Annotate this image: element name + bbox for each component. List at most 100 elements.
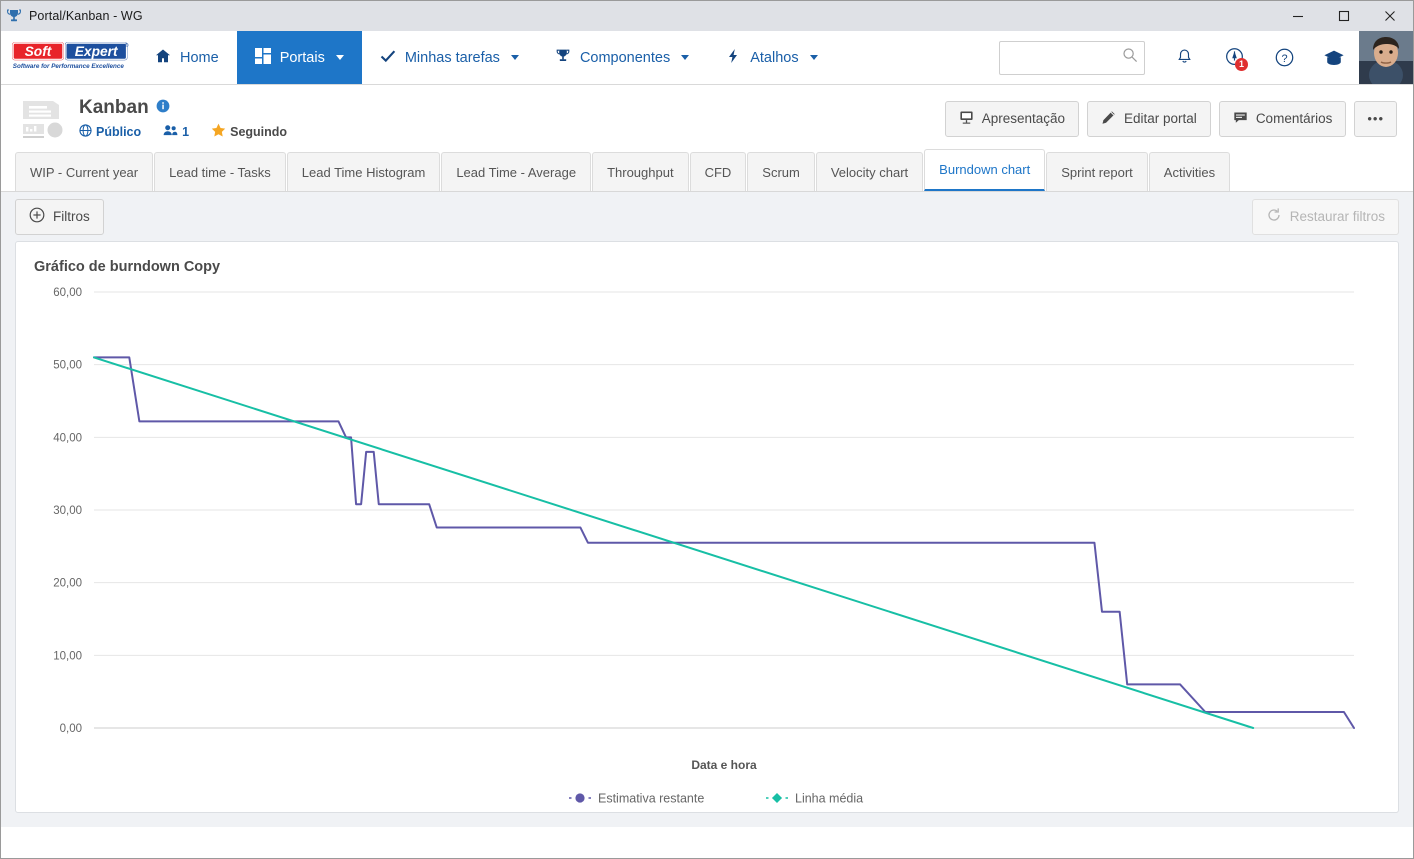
tab-label: Scrum (762, 164, 800, 180)
tab-velocity-chart[interactable]: Velocity chart (815, 152, 924, 191)
tab-label: Sprint report (1061, 164, 1133, 180)
legend-circle-marker (575, 793, 585, 803)
tab-wip-current-year[interactable]: WIP - Current year (15, 152, 154, 191)
portal-visibility[interactable]: Público (79, 123, 142, 140)
apresentacao-button[interactable]: Apresentação (944, 100, 1080, 137)
academy-button[interactable] (1309, 31, 1359, 84)
tab-label: Lead Time Histogram (301, 164, 426, 180)
svg-text:Soft: Soft (25, 44, 53, 59)
softexpert-logo[interactable]: Soft Expert ® Software for Performance E… (1, 31, 137, 84)
refresh-icon (1266, 207, 1282, 226)
nav-item-label: Home (180, 49, 219, 66)
portal-meta: Público 1 Seguindo (79, 123, 287, 140)
chart-legend: Estimativa restante Linha média (569, 792, 863, 806)
alerts-button[interactable]: 1 (1209, 31, 1259, 84)
y-axis-tick-label: 30,00 (53, 505, 82, 517)
tab-scrum[interactable]: Scrum (747, 152, 815, 191)
filtros-button[interactable]: Filtros (15, 198, 104, 235)
filter-bar: Filtros Restaurar filtros (1, 192, 1413, 241)
editar-portal-button[interactable]: Editar portal (1087, 100, 1211, 137)
filtros-label: Filtros (53, 209, 90, 224)
content-area: Gráfico de burndown Copy 0,00 10,00 20,00 3… (1, 241, 1413, 827)
application-window: Portal/Kanban - WG Soft Expert ® Softwar… (0, 0, 1414, 859)
tab-label: CFD (704, 164, 732, 180)
portal-following[interactable]: Seguindo (211, 123, 287, 140)
tab-activities[interactable]: Activities (1148, 152, 1231, 191)
nav-item-label: Minhas tarefas (404, 49, 500, 66)
info-icon[interactable] (156, 99, 170, 118)
notifications-bell-button[interactable] (1159, 31, 1209, 84)
search-input[interactable] (1008, 49, 1122, 66)
nav-item-componentes[interactable]: Componentes (537, 31, 707, 84)
portal-following-label: Seguindo (230, 124, 288, 139)
tab-bar: WIP - Current year Lead time - Tasks Lead … (1, 149, 1413, 192)
restaurar-filtros-button[interactable]: Restaurar filtros (1251, 198, 1399, 235)
search-box[interactable] (999, 40, 1145, 75)
portal-members-count: 1 (182, 124, 190, 139)
more-options-button[interactable]: ••• (1354, 100, 1397, 137)
tab-sprint-report[interactable]: Sprint report (1046, 152, 1148, 191)
minimize-button[interactable] (1275, 1, 1321, 31)
tab-cfd[interactable]: CFD (689, 152, 747, 191)
tab-label: Velocity chart (830, 164, 909, 180)
window-controls (1275, 1, 1413, 31)
chart-panel: Gráfico de burndown Copy 0,00 10,00 20,00 3… (15, 241, 1399, 813)
top-navigation-bar: Soft Expert ® Software for Performance E… (1, 31, 1413, 85)
tab-lead-time-histogram[interactable]: Lead Time Histogram (286, 152, 441, 191)
nav-item-home[interactable]: Home (137, 31, 237, 84)
svg-text:®: ® (125, 42, 129, 49)
svg-text:Expert: Expert (75, 44, 119, 59)
nav-item-minhas-tarefas[interactable]: Minhas tarefas (362, 31, 537, 84)
legend-diamond-marker (772, 793, 782, 803)
check-icon (380, 48, 396, 68)
globe-icon (79, 123, 92, 140)
tab-lead-time-average[interactable]: Lead Time - Average (441, 152, 592, 191)
nav-item-label: Componentes (579, 49, 671, 66)
svg-text:Software for Performance Excel: Software for Performance Excellence (13, 63, 125, 70)
legend-item[interactable]: Estimativa restante (569, 792, 704, 806)
portal-visibility-label: Público (96, 124, 142, 139)
search-icon[interactable] (1122, 47, 1138, 68)
chevron-down-icon (681, 55, 690, 60)
burndown-chart[interactable]: 0,00 10,00 20,00 30,00 40,00 50,00 60,00 Data e… (16, 280, 1398, 812)
comment-icon (1233, 110, 1248, 128)
nav-item-atalhos[interactable]: Atalhos (707, 31, 835, 84)
users-icon (163, 124, 178, 140)
x-axis-title: Data e hora (691, 758, 757, 772)
tab-label: Lead Time - Average (456, 164, 577, 180)
portal-members[interactable]: 1 (163, 124, 189, 140)
tab-label: Lead time - Tasks (169, 164, 271, 180)
legend-item[interactable]: Linha média (766, 792, 863, 806)
close-button[interactable] (1367, 1, 1413, 31)
svg-text:?: ? (1281, 53, 1287, 65)
series-line-estimativa-restante (93, 356, 1355, 729)
maximize-button[interactable] (1321, 1, 1367, 31)
tab-throughput[interactable]: Throughput (592, 152, 689, 191)
page-title: Kanban (79, 97, 149, 118)
star-icon (211, 123, 226, 140)
help-button[interactable]: ? (1259, 31, 1309, 84)
tab-label: Throughput (607, 164, 674, 180)
chevron-down-icon (510, 55, 519, 60)
comentarios-button[interactable]: Comentários (1218, 100, 1347, 137)
apresentacao-label: Apresentação (981, 111, 1066, 126)
nav-items: Home Portais Minhas tarefas Componentes … (137, 31, 836, 84)
editar-portal-label: Editar portal (1124, 111, 1197, 126)
grid-icon (254, 47, 271, 68)
plus-circle-icon (29, 207, 45, 226)
nav-item-portais[interactable]: Portais (236, 31, 362, 84)
chevron-down-icon (335, 55, 344, 60)
tab-burndown-chart[interactable]: Burndown chart (924, 149, 1046, 191)
trophy-icon (555, 48, 571, 68)
tab-label: Activities (1163, 164, 1216, 180)
portal-header: Kanban Público 1 Seguindo Apresentação E… (1, 85, 1413, 152)
chevron-down-icon (809, 55, 818, 60)
nav-item-label: Atalhos (750, 49, 799, 66)
y-axis-tick-label: 60,00 (53, 287, 82, 299)
tab-lead-time-tasks[interactable]: Lead time - Tasks (154, 152, 286, 191)
portal-actions: Apresentação Editar portal Comentários •… (944, 100, 1397, 137)
tab-label: WIP - Current year (30, 164, 139, 180)
portal-thumbnail-icon (19, 97, 65, 141)
user-avatar[interactable] (1359, 31, 1413, 84)
y-axis-tick-label: 10,00 (53, 650, 82, 662)
